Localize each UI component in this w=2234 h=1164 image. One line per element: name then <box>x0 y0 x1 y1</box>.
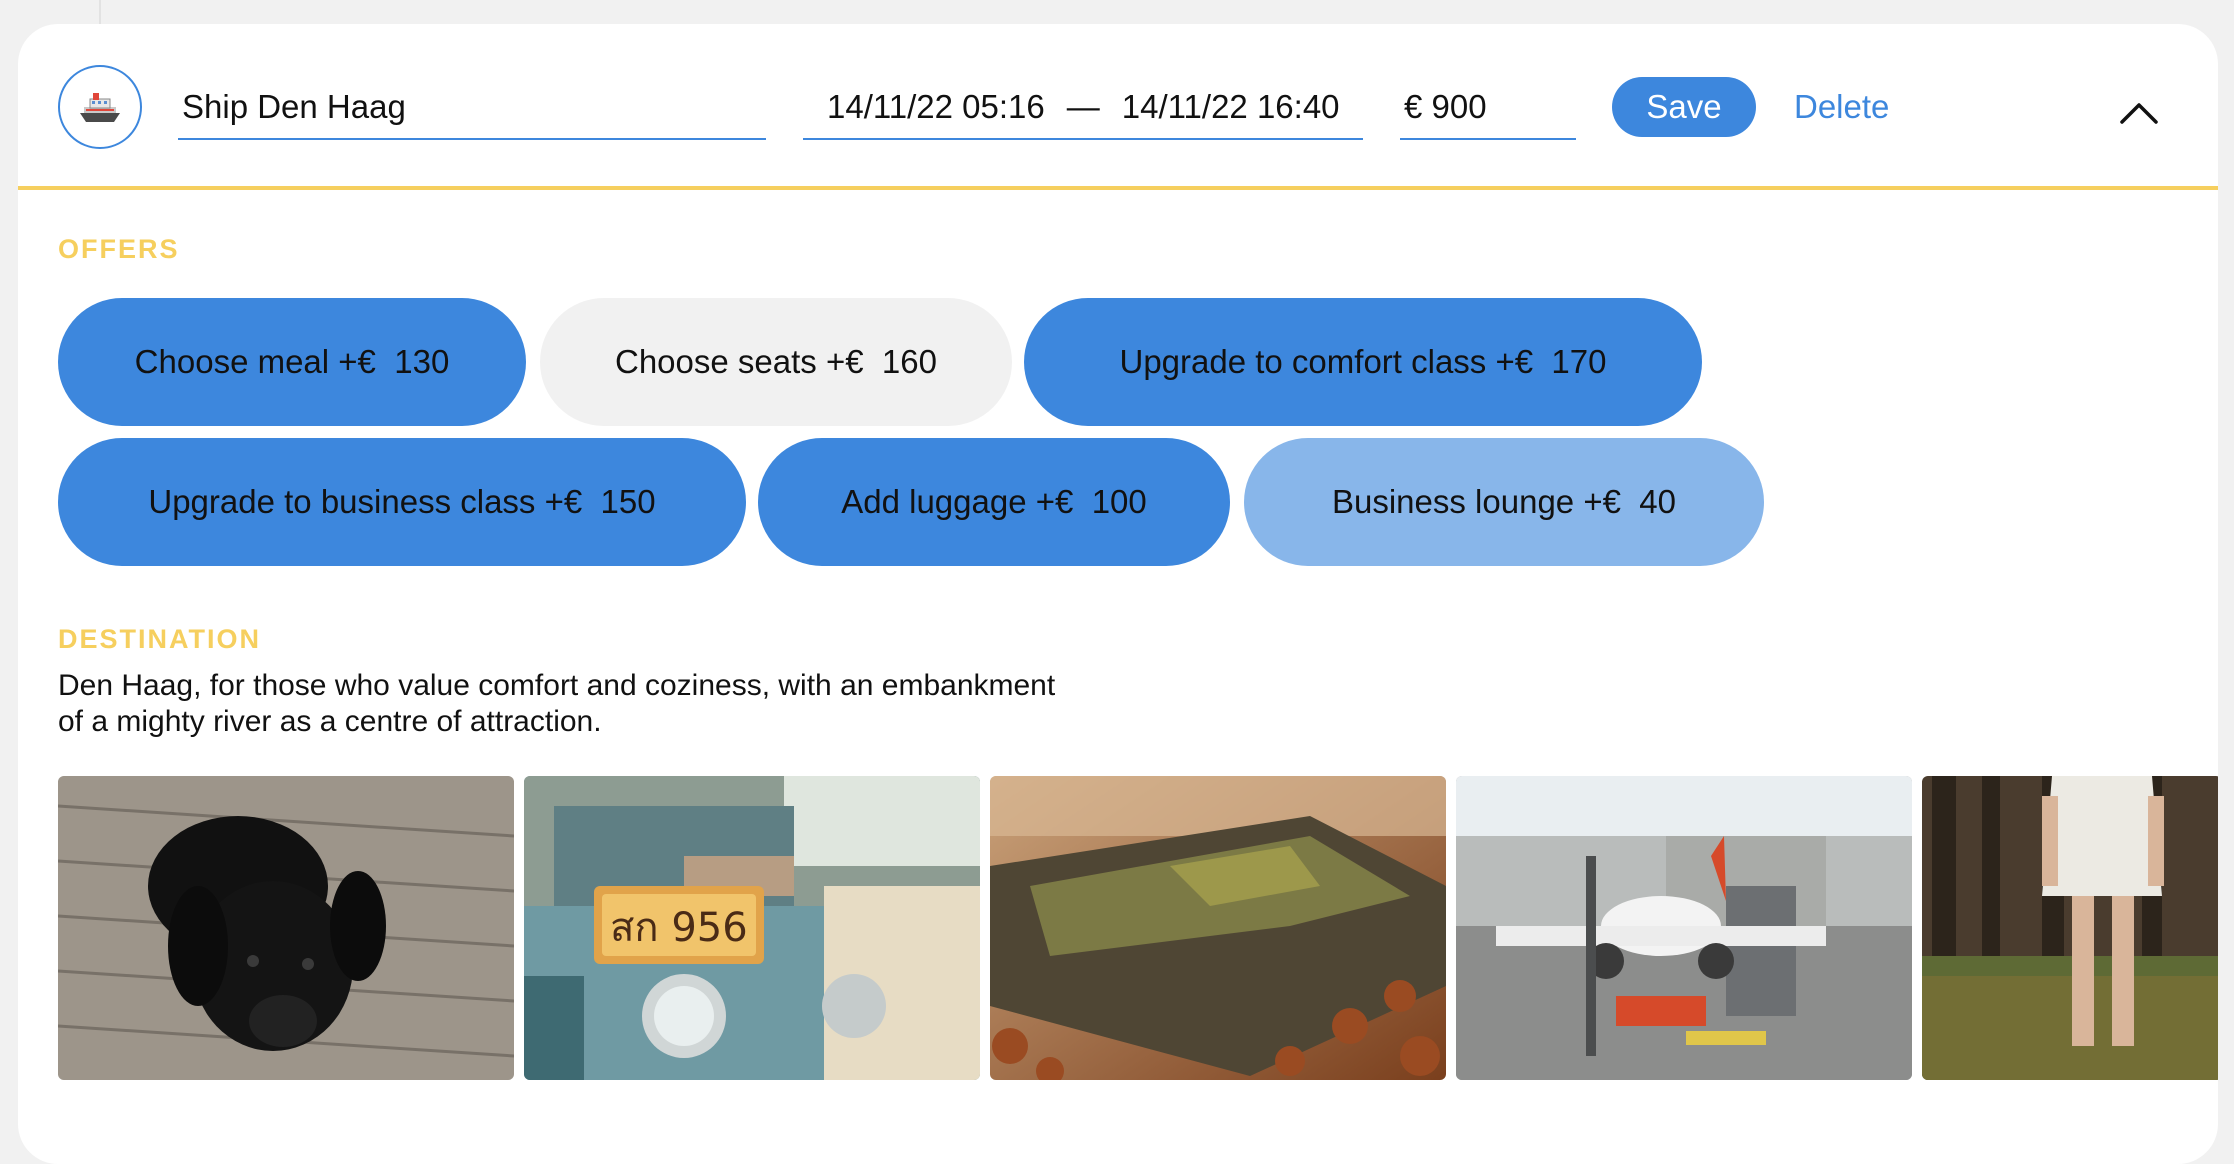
offer-upgrade-comfort[interactable]: Upgrade to comfort class +€ 170 <box>1024 298 1702 426</box>
price-input[interactable]: € 900 <box>1400 78 1576 140</box>
tuk-tuk-photo: สก 956 <box>524 776 980 1080</box>
background-divider <box>99 0 101 24</box>
offer-choose-seats[interactable]: Choose seats +€ 160 <box>540 298 1012 426</box>
black-puppy-photo <box>58 776 514 1080</box>
date-start-value: 14/11/22 05:16 <box>827 88 1045 125</box>
ship-icon <box>80 93 120 122</box>
offer-add-luggage[interactable]: Add luggage +€ 100 <box>758 438 1230 566</box>
offers-section-title: OFFERS <box>58 234 180 264</box>
date-end-value: 14/11/22 16:40 <box>1121 88 1340 125</box>
offer-choose-meal[interactable]: Choose meal +€ 130 <box>58 298 526 426</box>
save-button[interactable]: Save <box>1612 77 1756 137</box>
trip-point-card: Ship Den Haag 14/11/22 05:16 — 14/11/22 16… <box>18 24 2218 1164</box>
delete-button[interactable]: Delete <box>1794 77 1889 137</box>
offer-business-lounge[interactable]: Business lounge +€ 40 <box>1244 438 1764 566</box>
log-leaves-photo <box>990 776 1446 1080</box>
destination-name-value: Ship Den Haag <box>182 88 406 125</box>
forest-woman-photo <box>1922 776 2218 1080</box>
chevron-up-icon <box>2120 103 2158 124</box>
price-value: € 900 <box>1404 88 1487 125</box>
date-separator: — <box>1066 88 1100 125</box>
collapse-button[interactable] <box>2118 100 2160 126</box>
event-type-button[interactable] <box>58 65 142 149</box>
destination-description: Den Haag, for those who value comfort an… <box>58 669 1056 738</box>
trip-point-header: Ship Den Haag 14/11/22 05:16 — 14/11/22 16… <box>18 24 2218 190</box>
airplane-airport-photo <box>1456 776 1912 1080</box>
destination-name-input[interactable]: Ship Den Haag <box>178 78 766 140</box>
offer-upgrade-business[interactable]: Upgrade to business class +€ 150 <box>58 438 746 566</box>
date-range-input[interactable]: 14/11/22 05:16 — 14/11/22 16:40 <box>803 78 1363 140</box>
svg-text:สก 956: สก 956 <box>610 905 748 951</box>
destination-section-title: DESTINATION <box>58 624 261 654</box>
